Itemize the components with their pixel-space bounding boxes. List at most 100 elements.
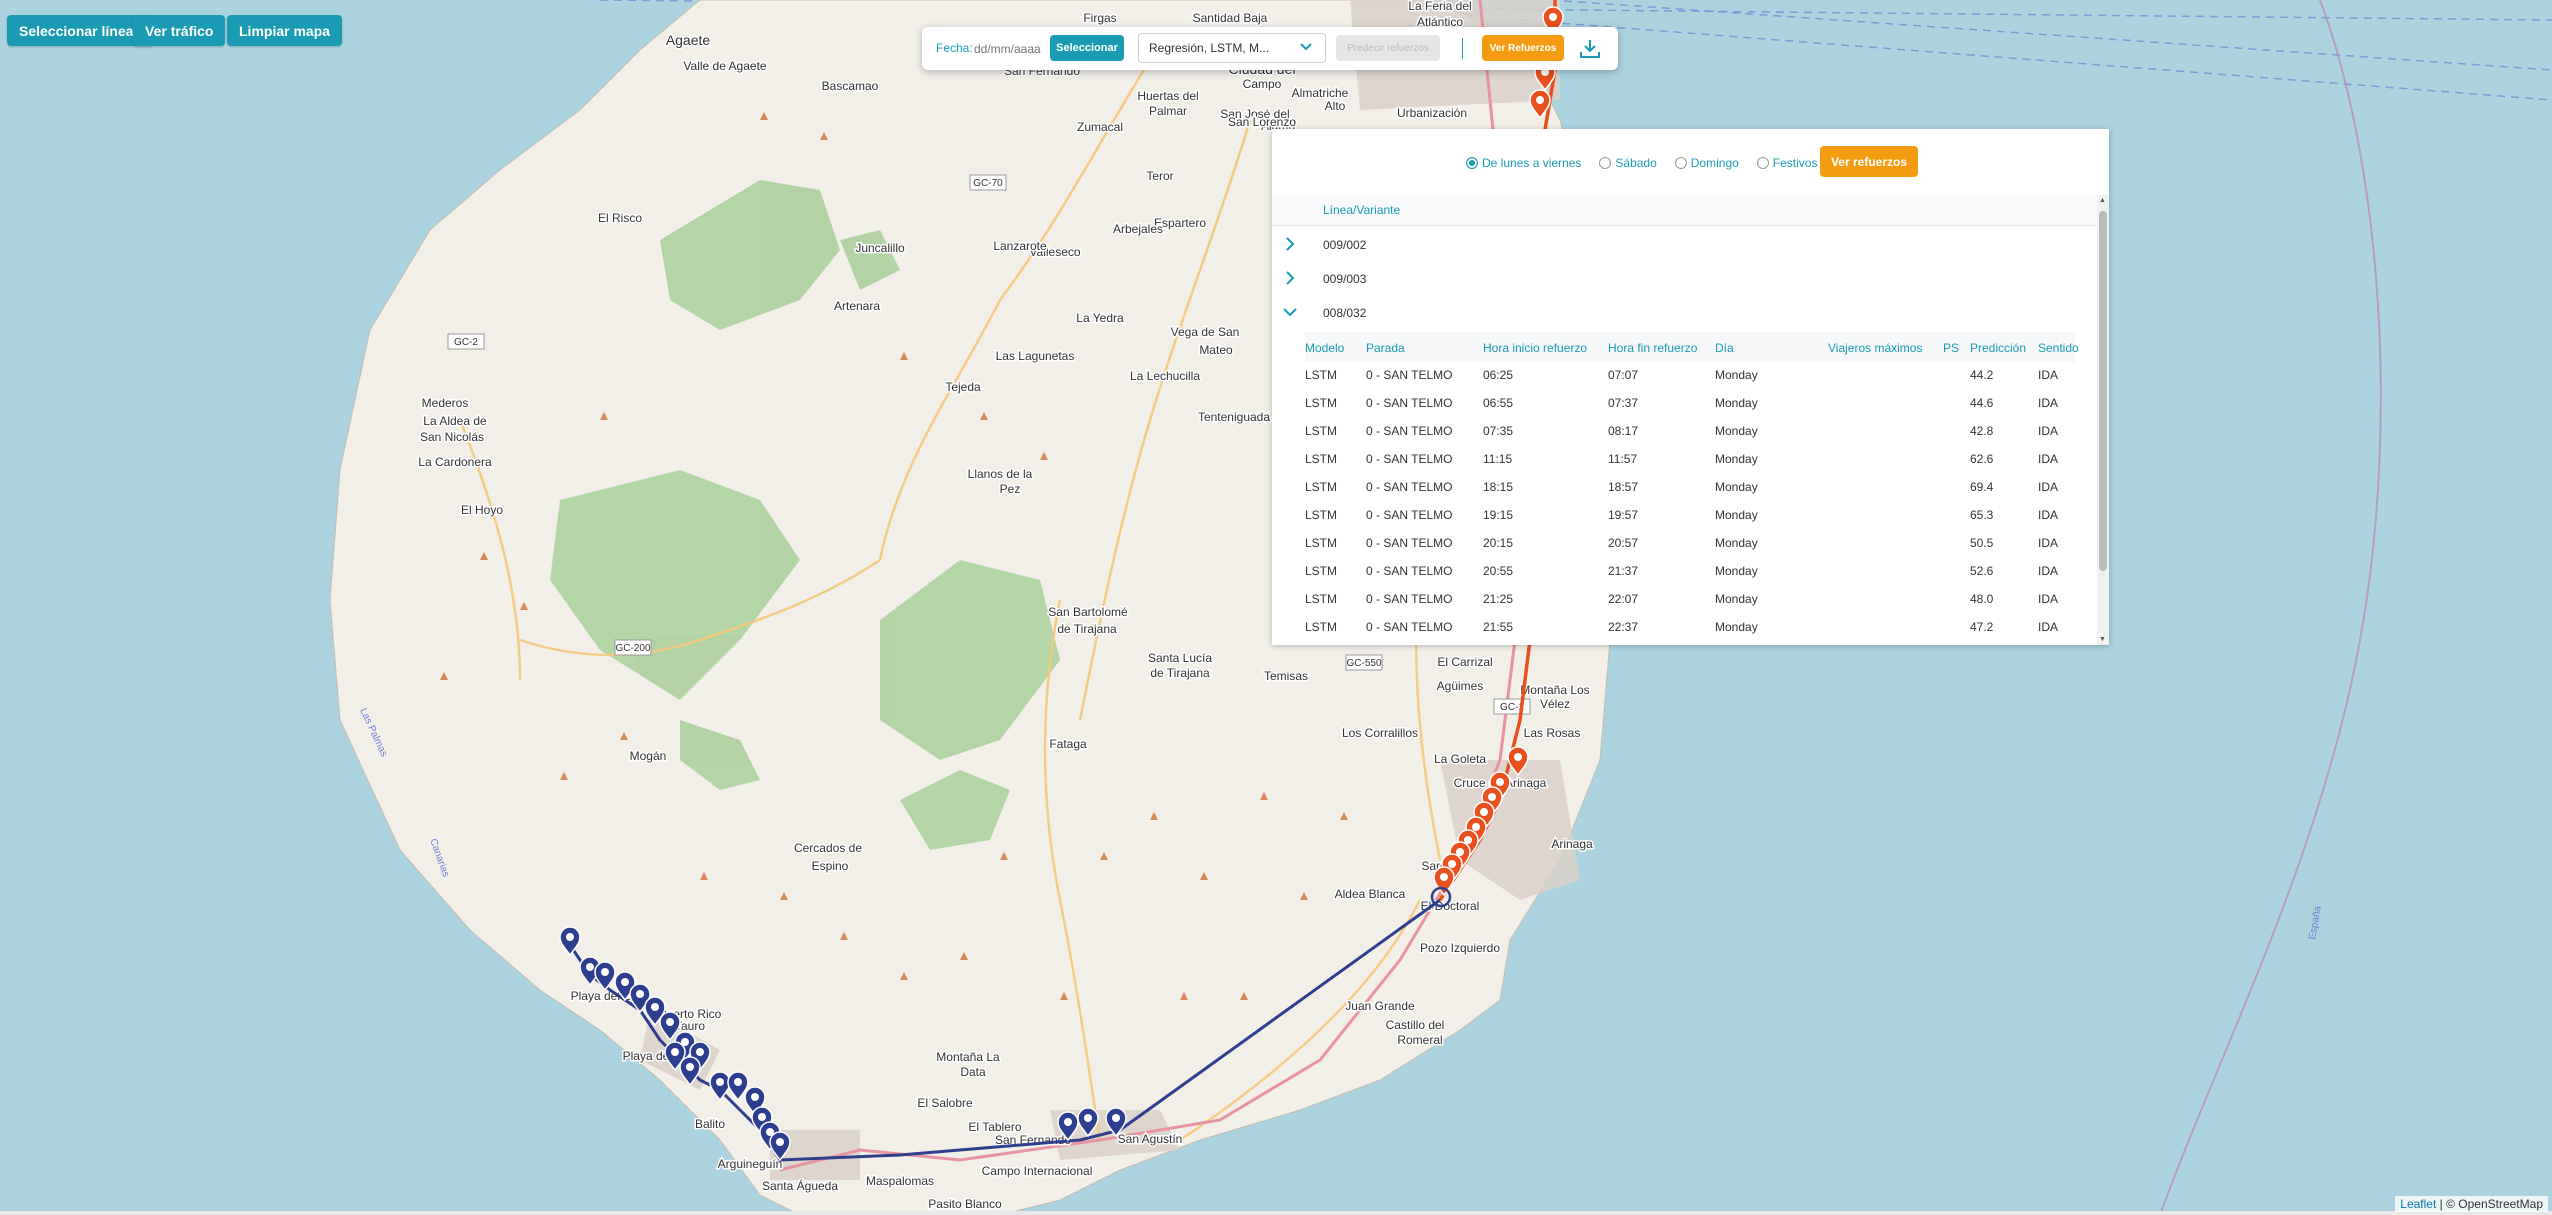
- attribution-text: | © OpenStreetMap: [2436, 1197, 2543, 1211]
- table-cell: IDA: [2038, 480, 2059, 494]
- radio-label: De lunes a viernes: [1482, 156, 1582, 170]
- chevron-down-icon: [1299, 40, 1313, 57]
- select-date-button[interactable]: Seleccionar: [1050, 35, 1124, 61]
- line-row[interactable]: 009/003: [1272, 262, 2097, 296]
- table-cell: 20:57: [1608, 536, 1639, 550]
- place-label: Juan Grande: [1345, 999, 1415, 1013]
- place-label: Valle de Agaete: [683, 59, 767, 73]
- download-icon[interactable]: [1578, 37, 1602, 61]
- table-cell: Monday: [1715, 424, 1758, 438]
- table-cell: IDA: [2038, 508, 2059, 522]
- place-label: Tenteniguada: [1198, 410, 1270, 424]
- select-lines-button[interactable]: Seleccionar líneas: [7, 15, 154, 46]
- place-label: Arinaga: [1551, 837, 1593, 851]
- chevron-right-icon[interactable]: [1282, 236, 1298, 252]
- radio-saturday[interactable]: Sábado: [1599, 156, 1657, 170]
- line-row[interactable]: 009/002: [1272, 228, 2097, 262]
- radio-dot[interactable]: [1466, 157, 1478, 169]
- radio-weekdays[interactable]: De lunes a viernes: [1466, 156, 1581, 170]
- view-refuerzos-button[interactable]: Ver refuerzos: [1820, 146, 1918, 177]
- line-row-expanded[interactable]: 008/032: [1272, 296, 2097, 330]
- table-cell: 22:37: [1608, 620, 1639, 634]
- radio-dot[interactable]: [1674, 157, 1687, 169]
- panel-scrollbar[interactable]: ▲ ▼: [2097, 195, 2109, 645]
- radio-dot[interactable]: [1599, 157, 1612, 169]
- table-cell: 21:37: [1608, 564, 1639, 578]
- map-attribution: Leaflet | © OpenStreetMap: [2395, 1196, 2548, 1212]
- stop-marker-dot: [601, 968, 609, 976]
- table-cell: LSTM: [1305, 564, 1338, 578]
- scrollbar-thumb[interactable]: [2099, 211, 2107, 571]
- table-cell: LSTM: [1305, 480, 1338, 494]
- table-row: LSTM 0 - SAN TELMO 19:15 19:57 Monday 65.3 IDA: [1305, 501, 2075, 529]
- scroll-up-icon[interactable]: ▲: [2099, 197, 2106, 204]
- table-cell: Monday: [1715, 508, 1758, 522]
- radio-holidays[interactable]: Festivos: [1756, 156, 1817, 170]
- stop-marker-dot: [651, 1003, 659, 1011]
- place-label: Campo Internacional: [982, 1164, 1093, 1178]
- road-label: GC-200: [615, 643, 650, 654]
- table-cell: IDA: [2038, 396, 2059, 410]
- table-cell: Monday: [1715, 536, 1758, 550]
- line-label: 008/032: [1323, 306, 1367, 320]
- col-header-sentido: Sentido: [2038, 341, 2079, 355]
- table-cell: 19:15: [1483, 508, 1514, 522]
- day-type-radio-group: De lunes a viernes Sábado Domingo Festiv…: [1466, 148, 1817, 178]
- col-header-ps: PS: [1943, 341, 1960, 355]
- place-label: Bascamao: [822, 79, 879, 93]
- place-label: Romeral: [1397, 1033, 1442, 1047]
- place-label: Firgas: [1083, 11, 1116, 25]
- stop-marker-dot: [666, 1018, 674, 1026]
- table-cell: IDA: [2038, 564, 2059, 578]
- table-cell: 0 - SAN TELMO: [1366, 564, 1453, 578]
- toolbar-divider: [1462, 38, 1463, 59]
- lines-table[interactable]: Línea/Variante 009/002 009/003 008/032 M…: [1272, 195, 2109, 645]
- table-cell: 0 - SAN TELMO: [1366, 592, 1453, 606]
- stop-marker-dot: [621, 978, 629, 986]
- table-cell: 18:57: [1608, 480, 1639, 494]
- place-label: de Tirajana: [1150, 666, 1210, 680]
- place-label: Santidad Baja: [1193, 11, 1268, 25]
- predict-refuerzos-button[interactable]: Predecir refuerzos: [1336, 35, 1440, 61]
- place-label: San Agustín: [1118, 1132, 1183, 1146]
- table-cell: LSTM: [1305, 536, 1338, 550]
- table-cell: LSTM: [1305, 620, 1338, 634]
- model-select-value: Regresión, LSTM, M...: [1149, 41, 1270, 55]
- table-cell: LSTM: [1305, 452, 1338, 466]
- table-row: LSTM 0 - SAN TELMO 21:25 22:07 Monday 48.0 IDA: [1305, 585, 2075, 613]
- place-label: Castillo del: [1386, 1018, 1445, 1032]
- radio-dot[interactable]: [1756, 157, 1769, 169]
- traffic-button[interactable]: Ver tráfico: [133, 15, 226, 46]
- place-label: La Yedra: [1076, 311, 1124, 325]
- place-label: Los Corralillos: [1342, 726, 1418, 740]
- stop-marker-dot: [1496, 778, 1504, 786]
- place-label: Almatriche: [1292, 86, 1349, 100]
- table-cell: 07:37: [1608, 396, 1639, 410]
- radio-label: Sábado: [1615, 156, 1657, 170]
- radio-sunday[interactable]: Domingo: [1674, 156, 1739, 170]
- table-cell: 62.6: [1970, 452, 1994, 466]
- bottom-border: [0, 1211, 2552, 1215]
- table-cell: Monday: [1715, 592, 1758, 606]
- place-label: Temisas: [1264, 669, 1308, 683]
- scroll-down-icon[interactable]: ▼: [2099, 636, 2106, 643]
- chevron-down-icon[interactable]: [1282, 304, 1298, 320]
- place-label: Zumacal: [1077, 120, 1123, 134]
- stop-marker-dot: [696, 1048, 704, 1056]
- col-header-modelo: Modelo: [1305, 341, 1345, 355]
- stop-marker-dot: [1514, 753, 1522, 761]
- table-cell: LSTM: [1305, 368, 1338, 382]
- model-select[interactable]: Regresión, LSTM, M...: [1138, 33, 1326, 63]
- view-refuerzos-toolbar-button[interactable]: Ver Refuerzos: [1482, 35, 1564, 61]
- stop-marker-dot: [586, 963, 594, 971]
- clear-map-button[interactable]: Limpiar mapa: [227, 15, 343, 46]
- table-cell: 22:07: [1608, 592, 1639, 606]
- road-label: GC-2: [454, 337, 478, 348]
- place-label: San Nicolás: [420, 430, 484, 444]
- table-cell: Monday: [1715, 564, 1758, 578]
- chevron-right-icon[interactable]: [1282, 270, 1298, 286]
- place-label: San Lorenzo: [1228, 115, 1296, 129]
- leaflet-link[interactable]: Leaflet: [2400, 1197, 2436, 1211]
- date-input[interactable]: [972, 38, 1060, 60]
- place-label: Fataga: [1049, 737, 1087, 751]
